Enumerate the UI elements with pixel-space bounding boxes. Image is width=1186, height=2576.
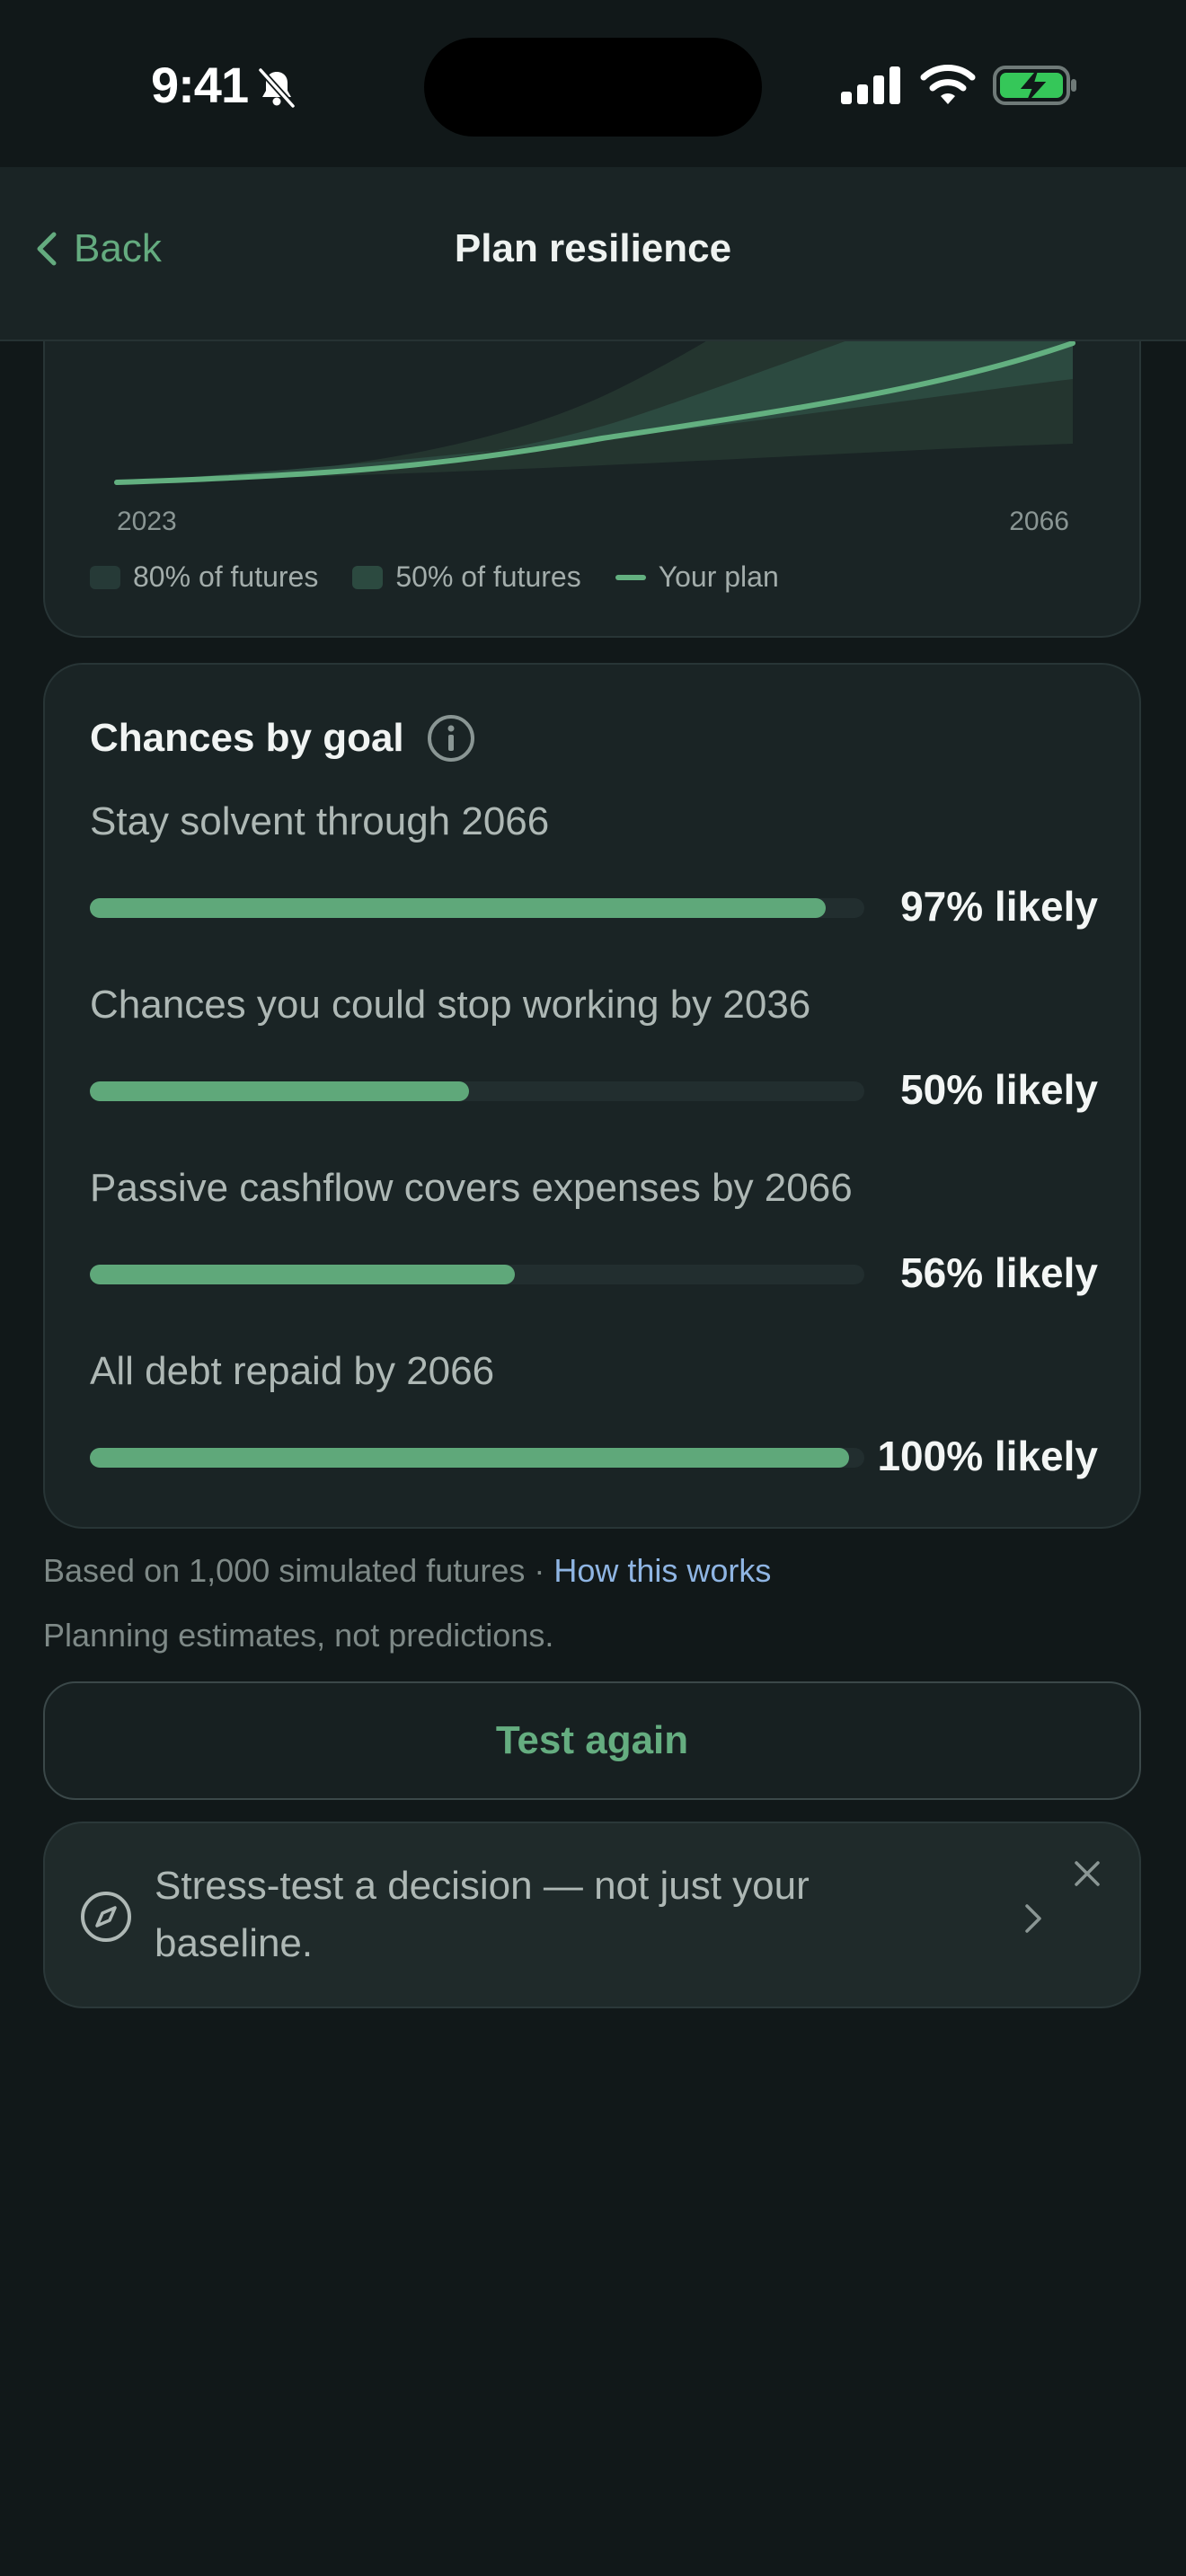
goal-label: All debt repaid by 2066 [90, 1349, 495, 1393]
stress-test-banner[interactable]: Stress-test a decision — not just your b… [43, 1822, 1141, 2008]
progress-fill [90, 898, 827, 918]
chevron-right-icon [1025, 1904, 1041, 1933]
legend-plan: Your plan [615, 560, 779, 594]
goal-percent: 97% likely [900, 883, 1098, 930]
legend-50-label: 50% of futures [395, 560, 581, 593]
legend-50: 50% of futures [352, 560, 581, 594]
legend-plan-label: Your plan [658, 560, 779, 593]
goal-percent: 56% likely [900, 1249, 1098, 1296]
stress-test-text: Stress-test a decision — not just your b… [155, 1864, 810, 1965]
legend-plan-swatch [615, 574, 646, 580]
goal-label: Chances you could stop working by 2036 [90, 983, 811, 1027]
x-axis-end-label: 2066 [1009, 507, 1069, 536]
compass-icon [81, 1892, 131, 1942]
legend-80-label: 80% of futures [133, 560, 319, 593]
goal-item: Chances you could stop working by 2036 5… [90, 983, 1098, 1113]
progress-fill [90, 1448, 849, 1468]
dynamic-island [424, 38, 762, 137]
simulation-note: Based on 1,000 simulated futures · How t… [43, 1552, 771, 1590]
status-time: 9:41 [151, 57, 249, 113]
info-icon[interactable] [426, 713, 476, 763]
goal-label: Passive cashflow covers expenses by 2066 [90, 1166, 853, 1210]
goal-item: All debt repaid by 2066 100% likely [90, 1349, 1098, 1479]
goal-progress-row: 97% likely [90, 883, 1098, 930]
goal-item: Stay solvent through 2066 97% likely [90, 799, 1098, 930]
navigation-bar: Back Plan resilience [0, 167, 1186, 341]
legend-80: 80% of futures [90, 560, 318, 594]
legend-50-swatch [352, 565, 384, 589]
goal-progress-row: 56% likely [90, 1249, 1098, 1296]
based-on-text: Based on 1,000 simulated futures · [43, 1552, 554, 1589]
progress-track [90, 1448, 864, 1468]
progress-track [90, 1081, 864, 1101]
x-axis-start-label: 2023 [117, 507, 177, 536]
progress-track [90, 1265, 864, 1284]
disclaimer-text: Planning estimates, not predictions. [43, 1617, 554, 1654]
goal-item: Passive cashflow covers expenses by 2066… [90, 1166, 1098, 1296]
bell-slash-icon [258, 67, 296, 109]
progress-track [90, 898, 864, 918]
how-this-works-link[interactable]: How this works [553, 1552, 771, 1589]
goals-header: Chances by goal [90, 713, 476, 763]
battery-charging-icon [993, 66, 1076, 105]
chances-by-goal-card: Chances by goal Stay solvent through 206… [43, 663, 1141, 1529]
goal-label: Stay solvent through 2066 [90, 799, 550, 843]
goal-percent: 50% likely [900, 1066, 1098, 1113]
goal-progress-row: 100% likely [90, 1433, 1098, 1479]
wifi-icon [920, 65, 976, 104]
progress-fill [90, 1081, 470, 1101]
close-icon[interactable] [1073, 1859, 1102, 1888]
chart-legend: 80% of futures 50% of futures Your plan [90, 560, 779, 594]
legend-80-swatch [90, 565, 120, 589]
progress-fill [90, 1265, 516, 1284]
cellular-signal-icon [841, 66, 900, 104]
goal-progress-row: 50% likely [90, 1066, 1098, 1113]
test-again-button[interactable]: Test again [43, 1681, 1141, 1800]
page-title: Plan resilience [454, 226, 732, 270]
status-bar: 9:41 [0, 0, 1186, 167]
goals-title: Chances by goal [90, 716, 404, 760]
goal-percent: 100% likely [877, 1433, 1098, 1479]
